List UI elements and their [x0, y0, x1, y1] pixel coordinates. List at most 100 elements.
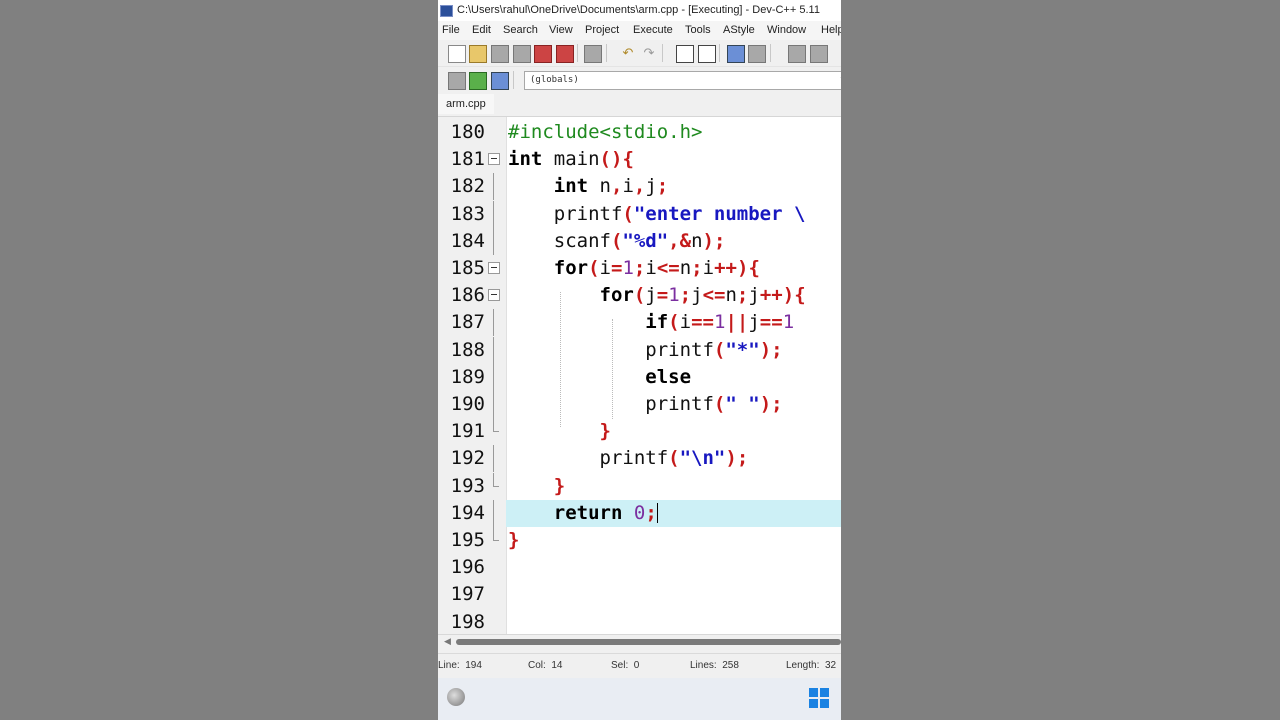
- menu-help[interactable]: Help: [821, 24, 841, 36]
- find-icon[interactable]: [676, 45, 694, 63]
- scope-dropdown[interactable]: (globals) ▼: [524, 71, 841, 90]
- code-line[interactable]: 195}: [438, 527, 841, 554]
- status-length: Length: 32: [786, 660, 837, 671]
- menu-astyle[interactable]: AStyle: [723, 24, 755, 36]
- code-line[interactable]: 182 int n,i,j;: [438, 173, 841, 201]
- class-toolbar: (globals) ▼: [438, 66, 841, 93]
- save-all-icon[interactable]: [513, 45, 531, 63]
- code-line[interactable]: 198: [438, 609, 841, 636]
- horizontal-scrollbar[interactable]: ◀: [438, 634, 841, 651]
- line-number: 192: [450, 447, 485, 470]
- code-line[interactable]: 197: [438, 581, 841, 608]
- line-number: 197: [450, 583, 485, 606]
- toolbar-separator: [662, 44, 663, 62]
- line-number: 182: [450, 175, 485, 198]
- redo-icon[interactable]: ↷: [641, 45, 657, 61]
- line-number: 195: [450, 529, 485, 551]
- line-number: 194: [450, 501, 485, 524]
- code-line[interactable]: 191 }: [438, 418, 841, 445]
- fold-line: [493, 173, 494, 201]
- code-editor[interactable]: 180 #include<stdio.h> 181 int main(){182 in…: [438, 116, 841, 635]
- fold-line: [493, 418, 499, 433]
- menu-project[interactable]: Project: [585, 24, 619, 36]
- devcpp-ball-icon[interactable]: [447, 688, 465, 706]
- main-toolbar: ↶ ↷: [438, 40, 841, 66]
- bookmark-icon[interactable]: [748, 45, 766, 63]
- line-number: 196: [450, 556, 485, 579]
- code-line[interactable]: 186 for(j=1;j<=n;j++){: [438, 282, 841, 309]
- code-text: for(j=1;j<=n;j++){: [599, 284, 806, 307]
- code-line[interactable]: 194 return 0;: [438, 499, 841, 527]
- new-file-icon[interactable]: [448, 45, 466, 63]
- line-number: 193: [450, 474, 485, 497]
- code-line[interactable]: 196: [438, 554, 841, 581]
- fold-line: [493, 472, 499, 487]
- code-line[interactable]: 188 printf("*");: [438, 336, 841, 364]
- save-icon[interactable]: [491, 45, 509, 63]
- line-number: 188: [450, 338, 485, 361]
- menu-edit[interactable]: Edit: [472, 24, 491, 36]
- line-number: 190: [450, 393, 485, 415]
- windows-start-icon[interactable]: [809, 688, 829, 708]
- code-line[interactable]: 190 printf(" ");: [438, 391, 841, 418]
- code-line[interactable]: 187 if(i==1||j==1: [438, 309, 841, 337]
- code-text: int n,i,j;: [553, 175, 669, 198]
- replace-icon[interactable]: [698, 45, 716, 63]
- fold-line: [493, 336, 494, 364]
- line-number: 186: [450, 284, 485, 307]
- code-line[interactable]: 189 else: [438, 363, 841, 391]
- app-icon: [440, 5, 453, 17]
- fold-toggle-icon[interactable]: [488, 289, 500, 302]
- tab-arm-cpp[interactable]: arm.cpp: [438, 94, 494, 114]
- fold-toggle-icon[interactable]: [488, 153, 500, 166]
- open-file-icon[interactable]: [469, 45, 487, 63]
- goto-line-icon[interactable]: [727, 45, 745, 63]
- line-number: 189: [450, 365, 485, 388]
- taskbar: [438, 678, 841, 720]
- title-bar: C:\Users\rahul\OneDrive\Documents\arm.cp…: [438, 0, 841, 21]
- code-line[interactable]: 184 scanf("%d",&n);: [438, 227, 841, 255]
- menu-window[interactable]: Window: [767, 24, 806, 36]
- code-text: }: [553, 474, 566, 497]
- code-line[interactable]: 193 }: [438, 472, 841, 500]
- code-text: for(i=1;i<=n;i++){: [553, 257, 760, 279]
- code-line[interactable]: 181 int main(){: [438, 146, 841, 173]
- status-lines: Lines: 258: [690, 660, 739, 671]
- menu-execute[interactable]: Execute: [633, 24, 673, 36]
- line-number: 187: [450, 311, 485, 334]
- code-line[interactable]: 192 printf("\n");: [438, 445, 841, 473]
- undo-icon[interactable]: ↶: [620, 45, 636, 61]
- fold-toggle-icon[interactable]: [488, 262, 500, 274]
- print-icon[interactable]: [584, 45, 602, 63]
- toolbar-separator: [606, 44, 607, 62]
- status-bar: Line: 194 Col: 14 Sel: 0 Lines: 258 Leng…: [438, 653, 841, 679]
- toolbar-separator: [577, 44, 578, 62]
- menu-tools[interactable]: Tools: [685, 24, 711, 36]
- compile-icon[interactable]: [448, 72, 466, 90]
- code-text: printf("*");: [508, 338, 783, 361]
- devcpp-window: C:\Users\rahul\OneDrive\Documents\arm.cp…: [438, 0, 841, 720]
- fold-line: [493, 391, 494, 418]
- indent-icon[interactable]: [788, 45, 806, 63]
- close-file-icon[interactable]: [534, 45, 552, 63]
- code-text: printf(" ");: [508, 393, 783, 415]
- window-title: C:\Users\rahul\OneDrive\Documents\arm.cp…: [457, 4, 820, 16]
- debug-icon[interactable]: [491, 72, 509, 90]
- close-all-icon[interactable]: [556, 45, 574, 63]
- code-line[interactable]: 183 printf("enter number \: [438, 200, 841, 228]
- code-line[interactable]: 180 #include<stdio.h>: [438, 119, 841, 146]
- menu-view[interactable]: View: [549, 24, 573, 36]
- menu-search[interactable]: Search: [503, 24, 538, 36]
- line-number: 185: [450, 257, 485, 279]
- unindent-icon[interactable]: [810, 45, 828, 63]
- scroll-left-icon[interactable]: ◀: [444, 636, 451, 647]
- menu-bar: File Edit Search View Project Execute To…: [438, 21, 841, 40]
- toolbar-separator: [513, 71, 514, 89]
- code-line[interactable]: 185 for(i=1;i<=n;i++){: [438, 255, 841, 282]
- line-number: 183: [450, 202, 485, 225]
- run-icon[interactable]: [469, 72, 487, 90]
- scope-value: (globals): [530, 75, 579, 85]
- menu-file[interactable]: File: [442, 24, 460, 36]
- scrollbar-thumb[interactable]: [456, 639, 841, 645]
